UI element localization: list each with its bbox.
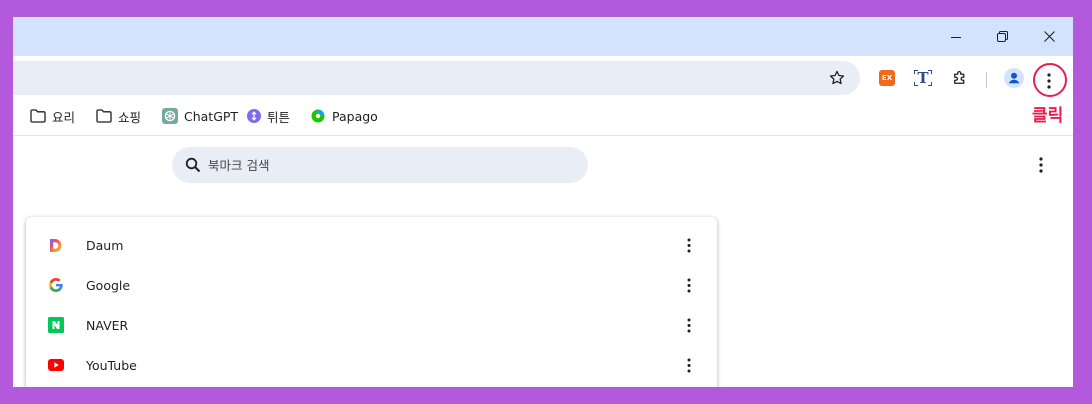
ex-extension-label: EX — [881, 74, 893, 82]
bookmark-papago[interactable]: Papago — [310, 105, 378, 127]
purple-dot-icon — [247, 109, 261, 123]
chatgpt-icon — [162, 108, 178, 124]
t-extension-label: T — [917, 69, 929, 87]
row-menu-button[interactable] — [679, 233, 699, 257]
kebab-menu-icon — [687, 318, 691, 332]
bookmark-star-button[interactable] — [823, 64, 851, 92]
kebab-menu-icon — [687, 358, 691, 372]
bookmark-search-input[interactable] — [206, 156, 570, 174]
ex-extension-icon: EX — [879, 70, 895, 86]
kebab-menu-icon — [687, 278, 691, 292]
bookmark-folder-shopping[interactable]: 쇼핑 — [96, 105, 141, 127]
list-item[interactable]: Google — [26, 265, 717, 305]
bookmark-label: ChatGPT — [184, 108, 239, 124]
row-menu-button[interactable] — [679, 273, 699, 297]
bookmark-title: YouTube — [86, 357, 137, 373]
bookmark-label: 튀튼 — [267, 109, 291, 125]
star-icon — [829, 70, 845, 85]
close-button[interactable] — [1026, 17, 1072, 56]
ex-extension-button[interactable]: EX — [873, 64, 901, 92]
row-menu-button[interactable] — [679, 353, 699, 377]
close-icon — [1043, 31, 1055, 42]
profile-icon — [1004, 68, 1024, 88]
list-item[interactable]: Daum — [26, 225, 717, 265]
bookmark-title: Google — [86, 277, 131, 293]
bookmark-folder-cooking[interactable]: 요리 — [30, 105, 75, 127]
t-extension-icon: T — [914, 69, 932, 87]
annotation-label: 클릭 — [1032, 106, 1064, 126]
folder-icon — [96, 109, 112, 123]
list-item[interactable]: NAVER — [26, 305, 717, 345]
bookmark-label: 쇼핑 — [118, 109, 142, 125]
address-bar[interactable] — [13, 61, 860, 95]
kebab-menu-icon — [687, 238, 691, 252]
annotation-circle — [1033, 63, 1067, 97]
restore-icon — [996, 31, 1008, 42]
bookmark-label: 요리 — [52, 109, 76, 125]
toolbar-separator — [986, 72, 987, 88]
bookmark-label: Papago — [332, 108, 378, 124]
bookmark-title: NAVER — [86, 317, 129, 333]
search-icon — [184, 156, 202, 174]
folder-icon — [30, 109, 46, 123]
browser-window: EX T 클릭 요리 쇼핑 ChatGPT 튀튼 Papago 북마크 검색 D… — [13, 17, 1073, 387]
t-extension-button[interactable]: T — [909, 64, 937, 92]
title-bar — [13, 17, 1073, 56]
bookmarks-bar-divider — [13, 135, 1073, 136]
minimize-button[interactable] — [933, 17, 979, 56]
list-item[interactable]: YouTube — [26, 345, 717, 385]
extensions-button[interactable] — [946, 64, 974, 92]
minimize-icon — [951, 36, 961, 38]
bookmark-list: Daum Google NAVER YouTube — [26, 217, 717, 387]
bookmark-purple[interactable]: 튀튼 — [247, 105, 290, 127]
kebab-menu-icon — [1039, 157, 1043, 173]
restore-button[interactable] — [979, 17, 1025, 56]
google-icon — [48, 277, 64, 293]
bookmarks-page-menu-button[interactable] — [1031, 155, 1051, 175]
puzzle-icon — [954, 71, 965, 84]
papago-icon — [311, 109, 325, 123]
bookmarks-bar: 요리 쇼핑 ChatGPT 튀튼 Papago — [13, 97, 1013, 135]
bookmark-search-box[interactable] — [172, 147, 588, 183]
bookmark-chatgpt[interactable]: ChatGPT — [162, 105, 238, 127]
youtube-icon — [48, 357, 64, 373]
toolbar: EX T — [13, 56, 1073, 97]
naver-icon — [48, 317, 64, 333]
bookmark-title: Daum — [86, 237, 124, 253]
daum-icon — [48, 237, 64, 253]
row-menu-button[interactable] — [679, 313, 699, 337]
profile-button[interactable] — [1000, 64, 1028, 92]
